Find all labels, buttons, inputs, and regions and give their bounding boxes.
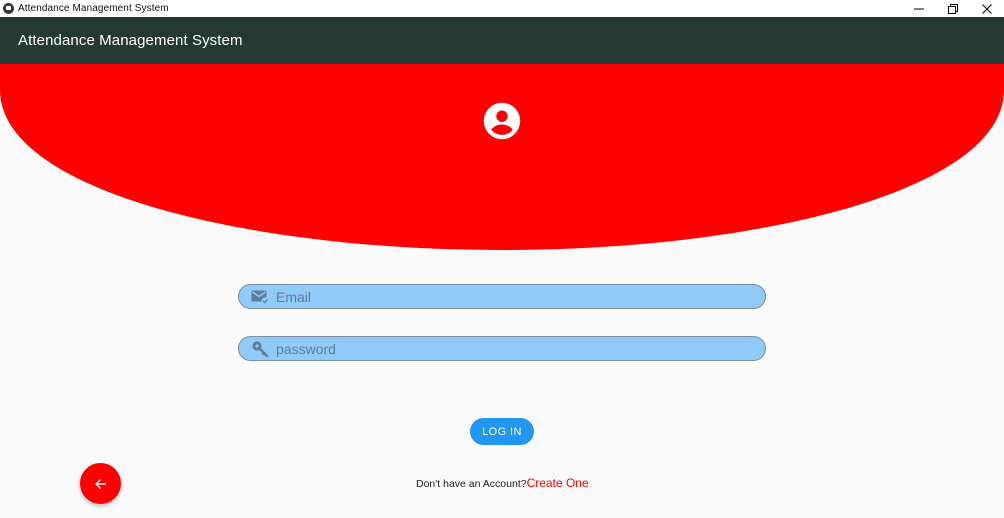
restore-button[interactable]: [936, 0, 970, 17]
minimize-icon: [914, 8, 924, 9]
password-input[interactable]: [276, 338, 765, 359]
close-button[interactable]: [970, 0, 1004, 17]
arrow-back-icon: [94, 478, 106, 489]
app-bar: Attendance Management System: [0, 17, 1004, 64]
window-title: Attendance Management System: [18, 3, 169, 14]
password-field[interactable]: [238, 336, 766, 361]
close-icon: [982, 3, 992, 14]
signup-row: Don't have an Account? Create One: [416, 476, 589, 490]
mark-email-read-icon: [251, 288, 269, 306]
restore-icon: [948, 3, 958, 14]
email-input[interactable]: [276, 286, 765, 307]
create-account-link[interactable]: Create One: [527, 476, 589, 490]
back-button[interactable]: [80, 463, 121, 504]
login-button[interactable]: LOG IN: [470, 418, 534, 445]
minimize-button[interactable]: [902, 0, 936, 17]
app-icon: [3, 3, 14, 14]
app-bar-title: Attendance Management System: [18, 32, 243, 49]
signup-prompt: Don't have an Account?: [416, 478, 527, 490]
os-titlebar: Attendance Management System: [0, 0, 1004, 17]
email-field[interactable]: [238, 284, 766, 309]
key-icon: [251, 340, 269, 358]
header-banner: [0, 64, 1004, 250]
window-controls: [902, 0, 1004, 17]
account-circle-icon: [483, 102, 521, 140]
app-window: Attendance Management System Attendance …: [0, 0, 1004, 518]
